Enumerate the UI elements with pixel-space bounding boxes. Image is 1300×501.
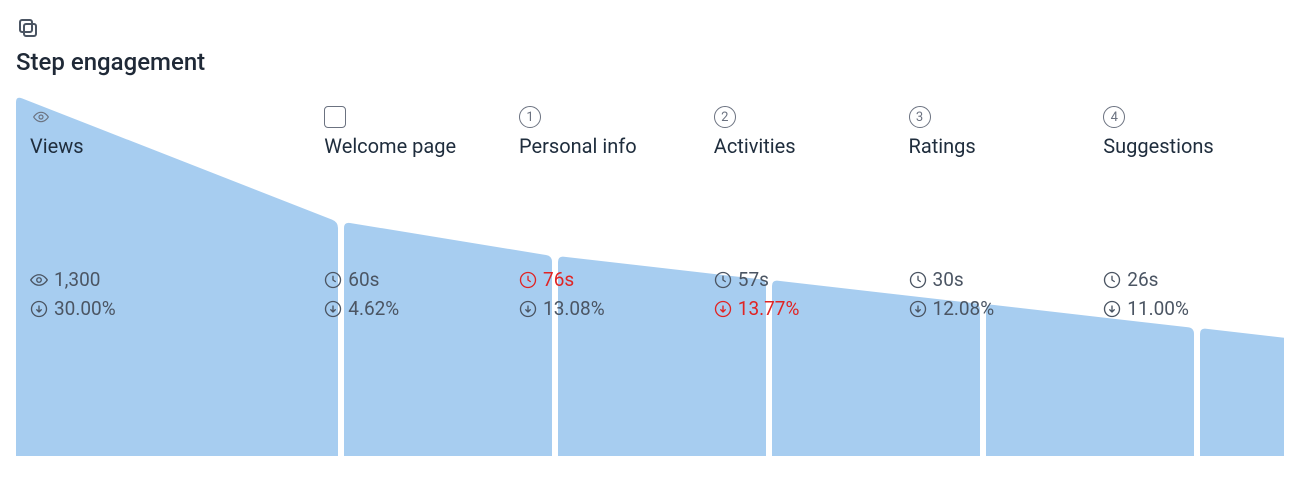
stat-value: 13.08% [543,297,605,320]
drop-stat: 30.00% [30,297,116,320]
funnel-step[interactable]: Views 1,300 30.00% [16,96,310,456]
step-number-badge: 2 [714,106,736,128]
eye-icon [30,106,52,128]
time-stat: 57s [714,268,800,291]
funnel-step[interactable]: 4 Suggestions 26s 11.00% [1089,96,1284,456]
step-name: Welcome page [324,134,491,158]
stat-value: 60s [348,268,379,291]
drop-icon [324,300,342,318]
funnel-chart: Views 1,300 30.00% Welcome page 60s 4.62% 1 Per… [16,96,1284,456]
funnel-step[interactable]: Welcome page 60s 4.62% [310,96,505,456]
clock-icon [1103,271,1121,289]
funnel-step[interactable]: 3 Ratings 30s 12.08% [895,96,1090,456]
step-name: Views [30,134,296,158]
step-name: Activities [714,134,881,158]
drop-icon [1103,300,1121,318]
stat-value: 12.08% [933,297,995,320]
views-stat: 1,300 [30,268,116,291]
step-name: Ratings [909,134,1076,158]
stat-value: 26s [1127,268,1158,291]
time-stat: 60s [324,268,399,291]
time-stat: 30s [909,268,995,291]
step-name: Personal info [519,134,686,158]
stat-value: 4.62% [348,297,399,320]
stat-value: 30.00% [54,297,116,320]
step-number-badge: 1 [519,106,541,128]
time-stat: 26s [1103,268,1189,291]
page-title: Step engagement [16,48,1284,76]
funnel-step[interactable]: 2 Activities 57s 13.77% [700,96,895,456]
drop-stat: 13.77% [714,297,800,320]
clock-icon [909,271,927,289]
clock-icon [519,271,537,289]
stat-value: 57s [738,268,769,291]
time-stat: 76s [519,268,605,291]
square-icon [324,106,346,128]
stat-value: 1,300 [54,268,100,291]
eye-icon [30,271,48,289]
drop-icon [519,300,537,318]
copy-icon [16,16,40,40]
funnel-step[interactable]: 1 Personal info 76s 13.08% [505,96,700,456]
stat-value: 13.77% [738,297,800,320]
step-name: Suggestions [1103,134,1270,158]
drop-stat: 4.62% [324,297,399,320]
drop-icon [714,300,732,318]
stat-value: 30s [933,268,964,291]
clock-icon [324,271,342,289]
clock-icon [714,271,732,289]
funnel-steps: Views 1,300 30.00% Welcome page 60s 4.62% 1 Per… [16,96,1284,456]
drop-icon [30,300,48,318]
step-number-badge: 4 [1103,106,1125,128]
drop-icon [909,300,927,318]
stat-value: 76s [543,268,574,291]
step-number-badge: 3 [909,106,931,128]
drop-stat: 13.08% [519,297,605,320]
drop-stat: 12.08% [909,297,995,320]
stat-value: 11.00% [1127,297,1189,320]
drop-stat: 11.00% [1103,297,1189,320]
